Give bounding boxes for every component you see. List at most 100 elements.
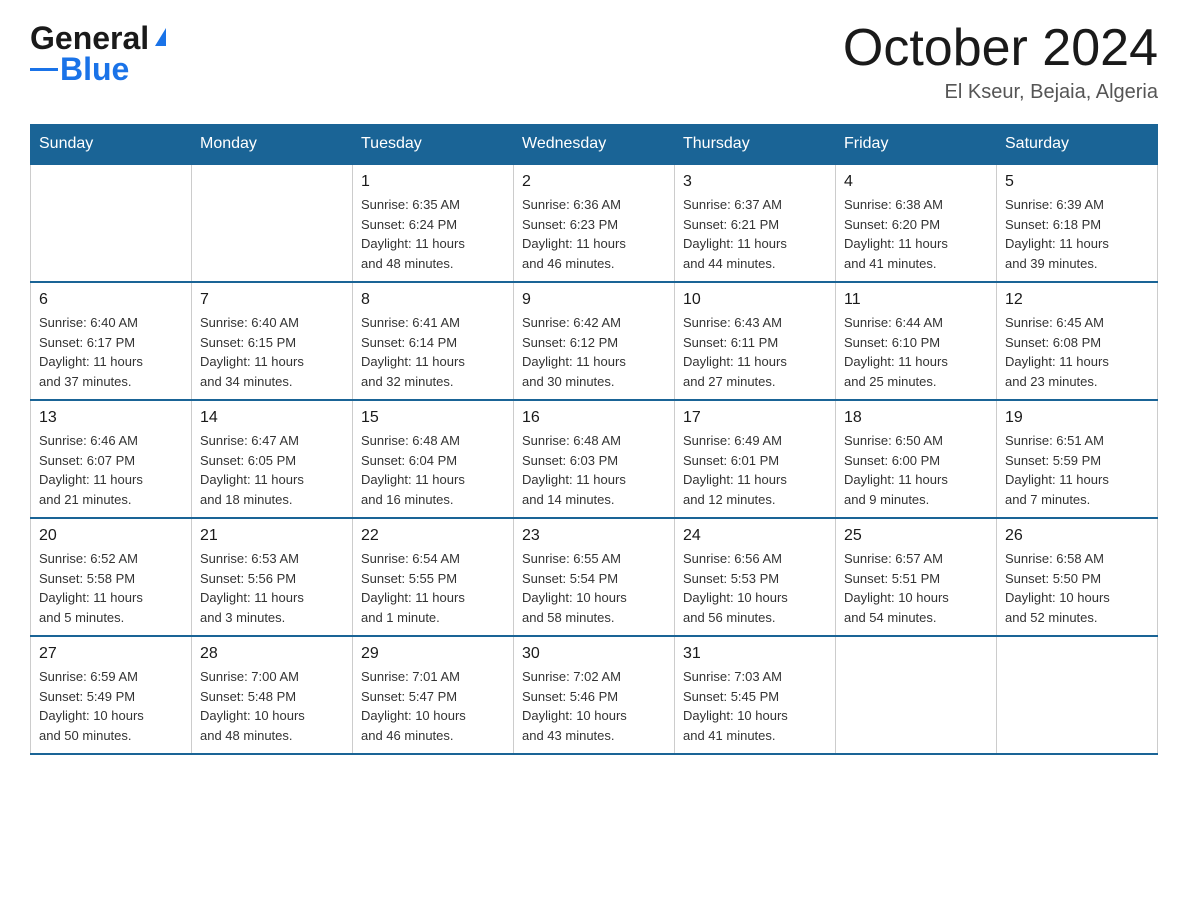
header-saturday: Saturday — [997, 125, 1158, 165]
day-number: 22 — [361, 527, 505, 545]
table-row: 20 Sunrise: 6:52 AM Sunset: 5:58 PM Dayli… — [31, 518, 192, 636]
title-section: October 2024 El Kseur, Bejaia, Algeria — [843, 20, 1158, 104]
day-info: Sunrise: 6:40 AM Sunset: 6:17 PM Dayligh… — [39, 313, 183, 391]
day-info: Sunrise: 6:49 AM Sunset: 6:01 PM Dayligh… — [683, 431, 827, 509]
table-row: 3Sunrise: 6:37 AM Sunset: 6:21 PM Daylig… — [675, 164, 836, 282]
logo-line-accent — [30, 68, 58, 71]
day-number: 1 — [361, 173, 505, 191]
day-info: Sunrise: 6:36 AM Sunset: 6:23 PM Dayligh… — [522, 195, 666, 273]
table-row: 26 Sunrise: 6:58 AM Sunset: 5:50 PM Dayli… — [997, 518, 1158, 636]
day-number: 17 — [683, 409, 827, 427]
logo-triangle-icon — [155, 28, 166, 46]
table-row: 2 Sunrise: 6:36 AM Sunset: 6:23 PM Daylig… — [514, 164, 675, 282]
day-number: 12 — [1005, 291, 1149, 309]
header-monday: Monday — [192, 125, 353, 165]
day-info: Sunrise: 6:35 AM Sunset: 6:24 PM Dayligh… — [361, 195, 505, 273]
day-number: 10 — [683, 291, 827, 309]
table-row — [997, 636, 1158, 754]
table-row — [31, 164, 192, 282]
logo-blue-text: Blue — [60, 53, 129, 85]
calendar-title: October 2024 — [843, 20, 1158, 77]
table-row: 22 Sunrise: 6:54 AM Sunset: 5:55 PM Dayli… — [353, 518, 514, 636]
day-number: 3 — [683, 173, 827, 191]
calendar-header-row: Sunday Monday Tuesday Wednesday Thursday… — [31, 125, 1158, 165]
day-number: 23 — [522, 527, 666, 545]
day-info: Sunrise: 6:53 AM Sunset: 5:56 PM Dayligh… — [200, 549, 344, 627]
day-number: 14 — [200, 409, 344, 427]
day-number: 11 — [844, 291, 988, 309]
day-number: 4 — [844, 173, 988, 191]
day-info: Sunrise: 6:50 AM Sunset: 6:00 PM Dayligh… — [844, 431, 988, 509]
table-row: 10 Sunrise: 6:43 AM Sunset: 6:11 PM Dayli… — [675, 282, 836, 400]
day-info: Sunrise: 6:54 AM Sunset: 5:55 PM Dayligh… — [361, 549, 505, 627]
day-info: Sunrise: 6:51 AM Sunset: 5:59 PM Dayligh… — [1005, 431, 1149, 509]
table-row: 1 Sunrise: 6:35 AM Sunset: 6:24 PM Daylig… — [353, 164, 514, 282]
table-row: 24Sunrise: 6:56 AM Sunset: 5:53 PM Dayli… — [675, 518, 836, 636]
table-row: 27 Sunrise: 6:59 AM Sunset: 5:49 PM Dayli… — [31, 636, 192, 754]
day-info: Sunrise: 6:39 AM Sunset: 6:18 PM Dayligh… — [1005, 195, 1149, 273]
day-number: 25 — [844, 527, 988, 545]
table-row: 19Sunrise: 6:51 AM Sunset: 5:59 PM Dayli… — [997, 400, 1158, 518]
day-number: 15 — [361, 409, 505, 427]
day-info: Sunrise: 7:03 AM Sunset: 5:45 PM Dayligh… — [683, 667, 827, 745]
day-info: Sunrise: 6:59 AM Sunset: 5:49 PM Dayligh… — [39, 667, 183, 745]
day-info: Sunrise: 6:42 AM Sunset: 6:12 PM Dayligh… — [522, 313, 666, 391]
day-info: Sunrise: 6:38 AM Sunset: 6:20 PM Dayligh… — [844, 195, 988, 273]
table-row: 8Sunrise: 6:41 AM Sunset: 6:14 PM Daylig… — [353, 282, 514, 400]
table-row: 12 Sunrise: 6:45 AM Sunset: 6:08 PM Dayli… — [997, 282, 1158, 400]
table-row: 21 Sunrise: 6:53 AM Sunset: 5:56 PM Dayli… — [192, 518, 353, 636]
calendar-location: El Kseur, Bejaia, Algeria — [843, 81, 1158, 104]
calendar-week-row: 13Sunrise: 6:46 AM Sunset: 6:07 PM Dayli… — [31, 400, 1158, 518]
table-row: 17 Sunrise: 6:49 AM Sunset: 6:01 PM Dayli… — [675, 400, 836, 518]
day-info: Sunrise: 6:55 AM Sunset: 5:54 PM Dayligh… — [522, 549, 666, 627]
day-info: Sunrise: 6:41 AM Sunset: 6:14 PM Dayligh… — [361, 313, 505, 391]
header-tuesday: Tuesday — [353, 125, 514, 165]
day-info: Sunrise: 6:58 AM Sunset: 5:50 PM Dayligh… — [1005, 549, 1149, 627]
day-info: Sunrise: 6:47 AM Sunset: 6:05 PM Dayligh… — [200, 431, 344, 509]
table-row: 25 Sunrise: 6:57 AM Sunset: 5:51 PM Dayli… — [836, 518, 997, 636]
calendar-table: Sunday Monday Tuesday Wednesday Thursday… — [30, 124, 1158, 755]
day-number: 9 — [522, 291, 666, 309]
table-row: 18Sunrise: 6:50 AM Sunset: 6:00 PM Dayli… — [836, 400, 997, 518]
table-row: 15 Sunrise: 6:48 AM Sunset: 6:04 PM Dayli… — [353, 400, 514, 518]
day-info: Sunrise: 6:40 AM Sunset: 6:15 PM Dayligh… — [200, 313, 344, 391]
day-info: Sunrise: 6:48 AM Sunset: 6:04 PM Dayligh… — [361, 431, 505, 509]
day-number: 21 — [200, 527, 344, 545]
day-number: 30 — [522, 645, 666, 663]
day-number: 27 — [39, 645, 183, 663]
day-number: 26 — [1005, 527, 1149, 545]
table-row: 23 Sunrise: 6:55 AM Sunset: 5:54 PM Dayli… — [514, 518, 675, 636]
day-info: Sunrise: 6:52 AM Sunset: 5:58 PM Dayligh… — [39, 549, 183, 627]
header-friday: Friday — [836, 125, 997, 165]
table-row: 9 Sunrise: 6:42 AM Sunset: 6:12 PM Daylig… — [514, 282, 675, 400]
logo: General Blue — [30, 20, 166, 85]
day-number: 16 — [522, 409, 666, 427]
table-row — [836, 636, 997, 754]
day-number: 24 — [683, 527, 827, 545]
table-row: 30 Sunrise: 7:02 AM Sunset: 5:46 PM Dayli… — [514, 636, 675, 754]
day-number: 28 — [200, 645, 344, 663]
header-sunday: Sunday — [31, 125, 192, 165]
day-number: 2 — [522, 173, 666, 191]
day-info: Sunrise: 6:45 AM Sunset: 6:08 PM Dayligh… — [1005, 313, 1149, 391]
table-row: 29Sunrise: 7:01 AM Sunset: 5:47 PM Dayli… — [353, 636, 514, 754]
table-row: 31 Sunrise: 7:03 AM Sunset: 5:45 PM Dayli… — [675, 636, 836, 754]
day-number: 31 — [683, 645, 827, 663]
header-thursday: Thursday — [675, 125, 836, 165]
table-row: 5 Sunrise: 6:39 AM Sunset: 6:18 PM Daylig… — [997, 164, 1158, 282]
day-info: Sunrise: 6:44 AM Sunset: 6:10 PM Dayligh… — [844, 313, 988, 391]
day-number: 29 — [361, 645, 505, 663]
day-number: 20 — [39, 527, 183, 545]
table-row: 7 Sunrise: 6:40 AM Sunset: 6:15 PM Daylig… — [192, 282, 353, 400]
table-row: 14 Sunrise: 6:47 AM Sunset: 6:05 PM Dayli… — [192, 400, 353, 518]
header-wednesday: Wednesday — [514, 125, 675, 165]
day-info: Sunrise: 6:43 AM Sunset: 6:11 PM Dayligh… — [683, 313, 827, 391]
page-header: General Blue October 2024 El Kseur, Beja… — [30, 20, 1158, 104]
table-row: 28Sunrise: 7:00 AM Sunset: 5:48 PM Dayli… — [192, 636, 353, 754]
day-number: 5 — [1005, 173, 1149, 191]
table-row: 6Sunrise: 6:40 AM Sunset: 6:17 PM Daylig… — [31, 282, 192, 400]
day-info: Sunrise: 6:57 AM Sunset: 5:51 PM Dayligh… — [844, 549, 988, 627]
day-number: 7 — [200, 291, 344, 309]
table-row — [192, 164, 353, 282]
day-info: Sunrise: 7:02 AM Sunset: 5:46 PM Dayligh… — [522, 667, 666, 745]
